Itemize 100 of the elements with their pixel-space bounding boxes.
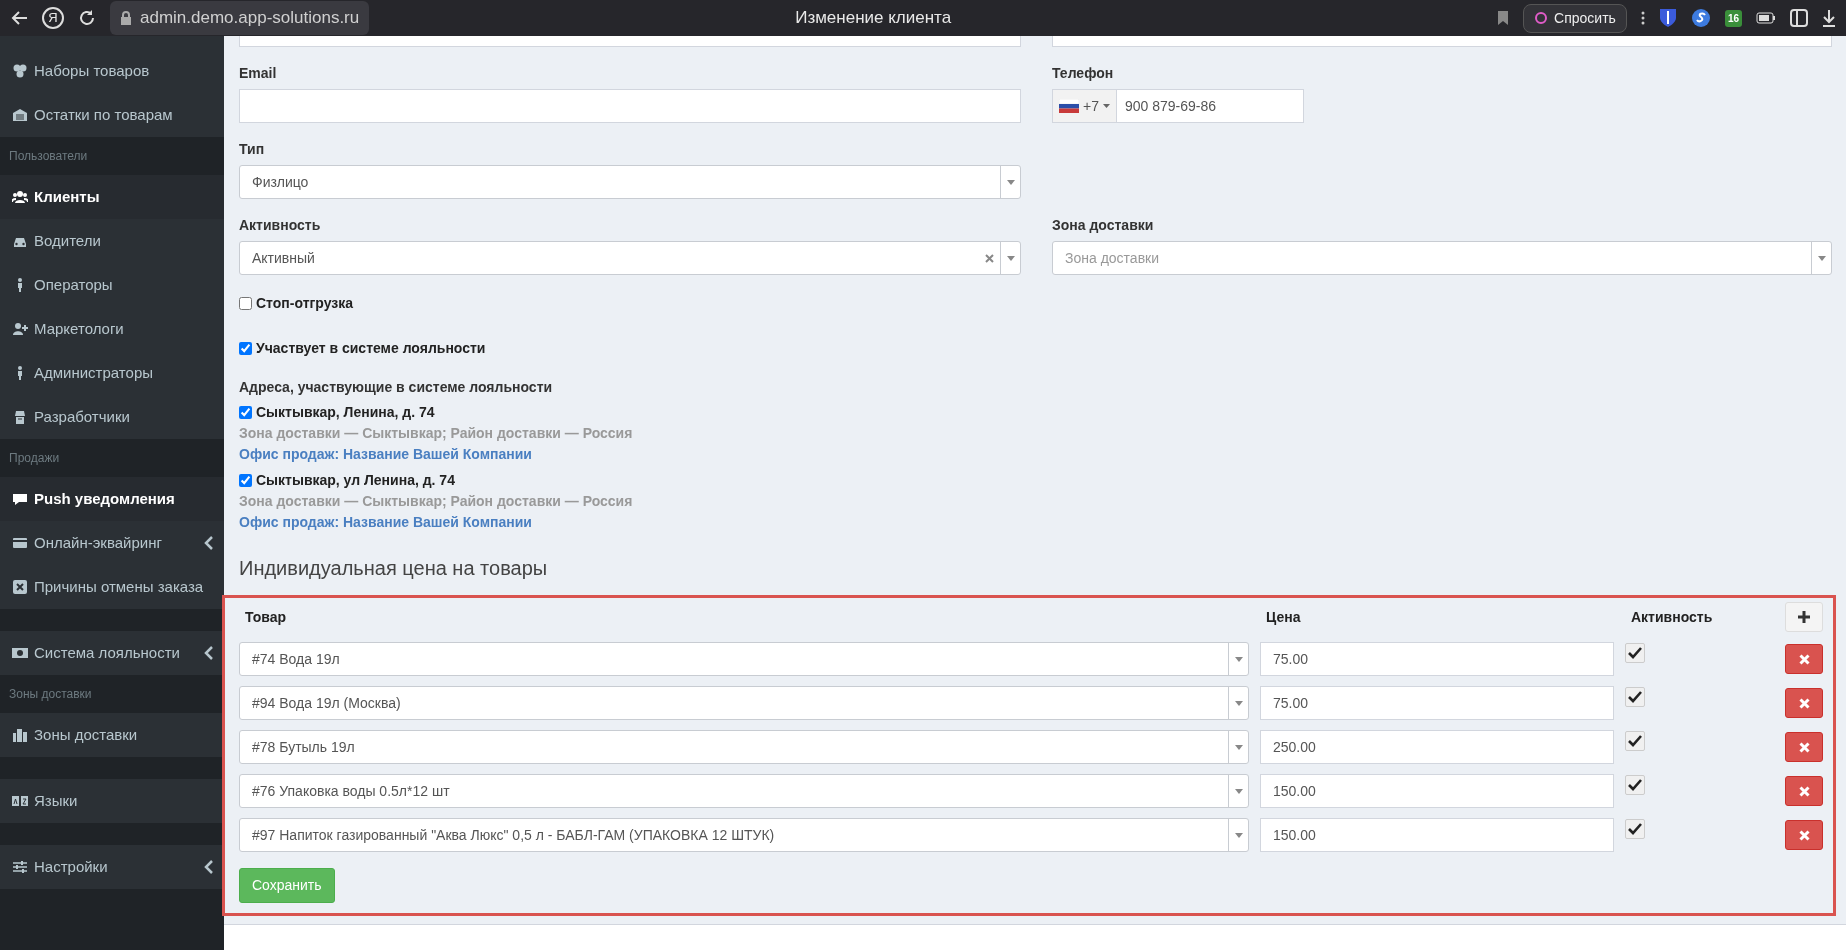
dropdown-caret-icon [1234, 832, 1243, 838]
clear-icon[interactable] [985, 253, 994, 263]
check-icon [1628, 691, 1642, 703]
active-toggle[interactable] [1625, 775, 1645, 795]
dropdown-caret-icon [1102, 104, 1110, 108]
warehouse-icon [12, 107, 28, 123]
add-button[interactable] [1785, 602, 1823, 632]
close-icon [1798, 697, 1810, 709]
check-icon [1628, 823, 1642, 835]
ask-button[interactable]: Спросить [1523, 3, 1627, 33]
checkbox[interactable] [239, 474, 252, 487]
select-field[interactable]: #74 Вода 19л [239, 642, 1249, 676]
swirl-icon[interactable] [1690, 8, 1711, 28]
dropdown-caret-icon [1234, 788, 1243, 794]
active-toggle[interactable] [1625, 643, 1645, 663]
credit-card-icon [12, 535, 28, 551]
active-toggle[interactable] [1625, 687, 1645, 707]
text-field[interactable] [1052, 36, 1832, 47]
address-label: Сыктывкар, Ленина, д. 74 [256, 403, 435, 422]
sidebar-item[interactable]: Операторы [0, 263, 224, 307]
reload-icon[interactable] [78, 9, 96, 27]
price-field[interactable]: 250.00 [1260, 730, 1614, 764]
column-header: Товар [244, 607, 287, 627]
checkbox-label: Участвует в системе лояльности [256, 339, 486, 358]
sidebar-item[interactable]: Онлайн-эквайринг [0, 521, 224, 565]
users-icon [12, 189, 28, 205]
browser-logo[interactable]: Я [42, 7, 64, 29]
active-toggle[interactable] [1625, 731, 1645, 751]
active-toggle[interactable] [1625, 819, 1645, 839]
field-label: Активность [239, 216, 322, 235]
checkbox[interactable] [239, 297, 252, 310]
select-field[interactable]: #76 Упаковка воды 0.5л*12 шт [239, 774, 1249, 808]
field-label: Email [239, 64, 278, 83]
panel-icon[interactable] [1790, 9, 1808, 27]
price-field[interactable]: 150.00 [1260, 774, 1614, 808]
select-field[interactable]: #97 Напиток газированный "Аква Люкс" 0,5 л - БАБЛ-ГАМ (УПАКОВКА 12 ШТУК) [239, 818, 1249, 852]
more-icon[interactable] [1640, 10, 1645, 26]
sidebar-item[interactable]: Зоны доставки [0, 713, 224, 757]
back-icon[interactable] [10, 10, 28, 26]
letters-icon [12, 793, 28, 809]
shield-icon[interactable] [1658, 8, 1677, 28]
dropdown-caret-icon [1817, 255, 1826, 261]
select-field[interactable]: Физлицо [239, 165, 1021, 199]
dropdown-caret-icon [1234, 700, 1243, 706]
close-icon [1798, 653, 1810, 665]
office-link[interactable]: Офис продаж: Название Вашей Компании [239, 514, 532, 530]
bookmark-icon[interactable] [1497, 10, 1510, 26]
address-label: Сыктывкар, ул Ленина, д. 74 [256, 471, 455, 490]
country-code-dropdown[interactable]: +7 [1052, 89, 1116, 123]
close-icon [1798, 741, 1810, 753]
sidebar-item[interactable]: Клиенты [0, 175, 224, 219]
sidebar-item[interactable]: Причины отмены заказа [0, 565, 224, 609]
sidebar-item[interactable]: Администраторы [0, 351, 224, 395]
sidebar-item[interactable]: Остатки по товарам [0, 93, 224, 137]
field-label: Зона доставки [1052, 216, 1155, 235]
delete-button[interactable] [1785, 820, 1823, 850]
checkbox[interactable] [239, 342, 252, 355]
dropdown-caret-icon [1006, 179, 1015, 185]
price-field[interactable]: 150.00 [1260, 818, 1614, 852]
check-icon [1628, 647, 1642, 659]
select-field[interactable]: Активный [239, 241, 1021, 275]
delete-button[interactable] [1785, 644, 1823, 674]
delete-button[interactable] [1785, 776, 1823, 806]
delete-button[interactable] [1785, 688, 1823, 718]
sliders-icon [12, 859, 28, 875]
url-text: admin.demo.app-solutions.ru [140, 7, 360, 30]
check-icon [1628, 779, 1642, 791]
sidebar-item[interactable]: Push уведомления [0, 477, 224, 521]
column-header: Цена [1265, 607, 1302, 627]
sidebar-item[interactable]: Наборы товаров [0, 49, 224, 93]
dropdown-caret-icon [1006, 255, 1015, 261]
sidebar-item[interactable]: Водители [0, 219, 224, 263]
check-icon [1628, 735, 1642, 747]
office-link[interactable]: Офис продаж: Название Вашей Компании [239, 446, 532, 462]
select-field[interactable]: #94 Вода 19л (Москва) [239, 686, 1249, 720]
sidebar-item[interactable]: Система лояльности [0, 631, 224, 675]
text-field[interactable] [239, 36, 1021, 47]
sidebar-item[interactable]: Разработчики [0, 395, 224, 439]
dropdown-caret-icon [1234, 744, 1243, 750]
extension-badge[interactable]: 16 [1724, 9, 1742, 27]
sidebar-item[interactable]: Языки [0, 779, 224, 823]
buildings-icon [12, 727, 28, 743]
address-details: Зона доставки — Сыктывкар; Район доставки — Россия [239, 492, 634, 511]
flag-icon [1059, 99, 1079, 113]
checkbox[interactable] [239, 406, 252, 419]
price-field[interactable]: 75.00 [1260, 686, 1614, 720]
column-header: Активность [1630, 607, 1714, 627]
sidebar-item[interactable]: Настройки [0, 845, 224, 889]
address-bar[interactable]: admin.demo.app-solutions.ru [110, 1, 370, 35]
download-icon[interactable] [1822, 9, 1836, 27]
banknote-icon [12, 645, 28, 661]
select-field[interactable]: #78 Бутыль 19л [239, 730, 1249, 764]
price-field[interactable]: 75.00 [1260, 642, 1614, 676]
email-field[interactable] [239, 89, 1021, 123]
sidebar-item[interactable]: Маркетологи [0, 307, 224, 351]
close-icon [1798, 785, 1810, 797]
user-plus-icon [12, 321, 28, 337]
section-label: Адреса, участвующие в системе лояльности [239, 378, 554, 397]
phone-field[interactable]: 900 879-69-86 [1115, 89, 1304, 123]
delete-button[interactable] [1785, 732, 1823, 762]
